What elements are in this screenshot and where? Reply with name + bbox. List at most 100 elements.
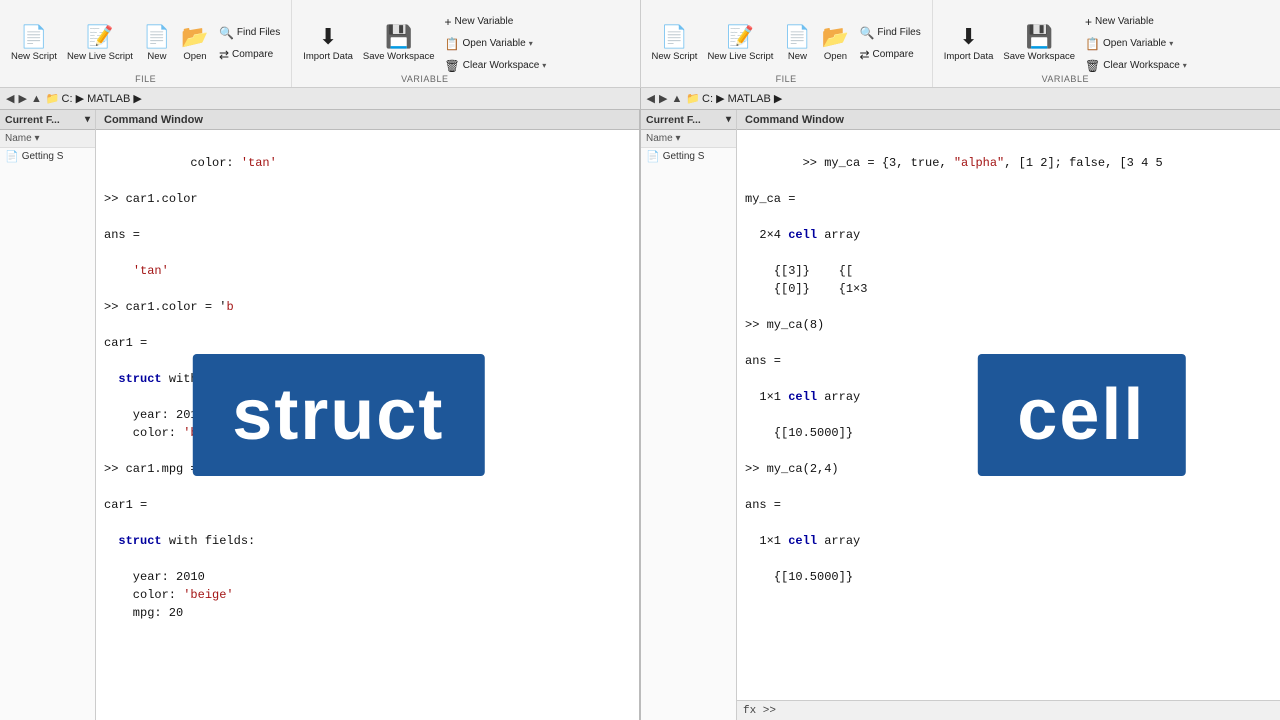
left-address: ◀ ▶ ▲ 📁 C: ▶ MATLAB ▶ [0, 88, 641, 109]
new-script-label-right: New Script [652, 52, 698, 62]
open-var-icon-left: 📋 [445, 37, 460, 51]
right-panel-header: Current F... ▾ [641, 110, 736, 130]
compare-button-right[interactable]: ⇄ Compare [854, 45, 925, 65]
find-files-label-right: Find Files [877, 27, 920, 38]
file-section-label-left: FILE [0, 74, 291, 84]
right-cmd-title: Command Window [745, 114, 844, 126]
import-data-button-left[interactable]: ⬇ Import Data [298, 11, 358, 77]
clear-workspace-button-right[interactable]: 🗑 Clear Workspace ▾ [1080, 56, 1192, 76]
variable-section-label-right: VARIABLE [933, 74, 1198, 84]
import-label-right: Import Data [944, 52, 994, 62]
getting-started-icon-left: 📄 [5, 150, 19, 163]
back-btn-right[interactable]: ◀ [645, 92, 657, 105]
fx-bar-text: fx >> [743, 705, 776, 717]
left-panel-col-header: Name ▾ [0, 130, 95, 148]
right-panel-collapse-icon[interactable]: ▾ [726, 114, 731, 125]
save-workspace-label-right: Save Workspace [1003, 52, 1075, 62]
clear-arrow-left: ▾ [542, 61, 546, 70]
left-variable-section: ⬇ Import Data 💾 Save Workspace + New Var… [292, 0, 557, 87]
find-files-button-right[interactable]: 🔍 Find Files [854, 23, 925, 43]
compare-label-left: Compare [232, 49, 273, 60]
open-variable-button-right[interactable]: 📋 Open Variable ▾ [1080, 34, 1192, 54]
right-cmd-content[interactable]: >> my_ca = {3, true, "alpha", [1 2]; fal… [737, 130, 1280, 700]
up-btn-right[interactable]: ▲ [669, 93, 684, 105]
new-var-icon-left: + [445, 15, 452, 29]
compare-icon-right: ⇄ [859, 48, 869, 62]
left-side-panel: Current F... ▾ Name ▾ 📄 Getting S [0, 110, 96, 720]
new-script-button[interactable]: 📄 New Script [6, 11, 62, 77]
new-label-left: New [147, 52, 166, 62]
save-workspace-icon-right: 💾 [1026, 24, 1053, 50]
new-script-label: New Script [11, 52, 57, 62]
left-cmd-content[interactable]: color: 'tan' >> car1.color ans = 'tan' >… [96, 130, 639, 720]
open-variable-label-left: Open Variable [462, 38, 525, 49]
open-variable-label-right: Open Variable [1103, 38, 1166, 49]
compare-button-left[interactable]: ⇄ Compare [214, 45, 285, 65]
left-panel-title: Current F... [5, 114, 60, 126]
new-button-right[interactable]: 📄 New [778, 11, 816, 77]
main-area: Current F... ▾ Name ▾ 📄 Getting S Comman… [0, 110, 1280, 720]
right-cmd-header: Command Window [737, 110, 1280, 130]
right-panel-col-label: Name ▾ [646, 133, 680, 144]
import-icon-left: ⬇ [319, 24, 337, 50]
save-workspace-button-right[interactable]: 💾 Save Workspace [998, 11, 1080, 77]
getting-started-label-right: Getting S [663, 151, 705, 162]
open-label-right: Open [824, 52, 847, 62]
save-workspace-icon-left: 💾 [385, 24, 412, 50]
path-text-right: C: ▶ MATLAB ▶ [702, 92, 782, 105]
right-file-section: 📄 New Script 📝 New Live Script 📄 New 📂 O… [641, 0, 933, 87]
import-icon-right: ⬇ [959, 24, 977, 50]
clear-workspace-button-left[interactable]: 🗑 Clear Workspace ▾ [440, 56, 552, 76]
right-toolbar: 📄 New Script 📝 New Live Script 📄 New 📂 O… [641, 0, 1280, 87]
right-address: ◀ ▶ ▲ 📁 C: ▶ MATLAB ▶ [641, 88, 1280, 109]
new-variable-button-right[interactable]: + New Variable [1080, 12, 1192, 32]
import-data-button-right[interactable]: ⬇ Import Data [939, 11, 999, 77]
browse-btn-right[interactable]: 📁 [684, 92, 702, 105]
new-icon-right: 📄 [784, 24, 811, 50]
new-var-icon-right: + [1085, 15, 1092, 29]
browse-btn-left[interactable]: 📁 [44, 92, 62, 105]
open-var-arrow-left: ▾ [529, 39, 533, 48]
find-icon-left: 🔍 [219, 26, 234, 40]
new-live-script-button-right[interactable]: 📝 New Live Script [702, 11, 778, 77]
open-button-left[interactable]: 📂 Open [176, 11, 214, 77]
up-btn-left[interactable]: ▲ [29, 93, 44, 105]
right-panel-item-getting-started[interactable]: 📄 Getting S [641, 148, 736, 165]
clear-icon-right: 🗑 [1085, 59, 1100, 73]
back-btn-left[interactable]: ◀ [4, 92, 16, 105]
var-group-left: + New Variable 📋 Open Variable ▾ 🗑 Clear… [440, 11, 552, 77]
find-files-button-left[interactable]: 🔍 Find Files [214, 23, 285, 43]
left-pane: Current F... ▾ Name ▾ 📄 Getting S Comman… [0, 110, 641, 720]
find-compare-group-right: 🔍 Find Files ⇄ Compare [854, 11, 925, 77]
open-variable-button-left[interactable]: 📋 Open Variable ▾ [440, 34, 552, 54]
right-command-window: Command Window >> my_ca = {3, true, "alp… [737, 110, 1280, 720]
new-live-script-button[interactable]: 📝 New Live Script [62, 11, 138, 77]
new-script-button-right[interactable]: 📄 New Script [647, 11, 703, 77]
left-panel-item-getting-started[interactable]: 📄 Getting S [0, 148, 95, 165]
getting-started-label-left: Getting S [22, 151, 64, 162]
new-live-script-icon-right: 📝 [727, 24, 754, 50]
open-button-right[interactable]: 📂 Open [816, 11, 854, 77]
new-button-left[interactable]: 📄 New [138, 11, 176, 77]
right-panel-col-header: Name ▾ [641, 130, 736, 148]
left-panel-collapse-icon[interactable]: ▾ [85, 114, 90, 125]
left-file-section: 📄 New Script 📝 New Live Script 📄 New 📂 O… [0, 0, 292, 87]
right-variable-section: ⬇ Import Data 💾 Save Workspace + New Var… [933, 0, 1198, 87]
clear-workspace-label-right: Clear Workspace [1103, 60, 1180, 71]
new-live-script-label: New Live Script [67, 52, 133, 62]
right-panel-title: Current F... [646, 114, 701, 126]
clear-icon-left: 🗑 [445, 59, 460, 73]
forward-btn-left[interactable]: ▶ [16, 92, 28, 105]
new-variable-label-left: New Variable [455, 16, 514, 27]
save-workspace-button-left[interactable]: 💾 Save Workspace [358, 11, 440, 77]
right-cmd-text: >> my_ca = {3, true, "alpha", [1 2]; fal… [745, 156, 1163, 584]
left-toolbar: 📄 New Script 📝 New Live Script 📄 New 📂 O… [0, 0, 641, 87]
forward-btn-right[interactable]: ▶ [657, 92, 669, 105]
file-section-label-right: FILE [641, 74, 932, 84]
clear-arrow-right: ▾ [1183, 61, 1187, 70]
new-script-icon-right: 📄 [661, 24, 688, 50]
new-variable-button-left[interactable]: + New Variable [440, 12, 552, 32]
right-side-panel: Current F... ▾ Name ▾ 📄 Getting S [641, 110, 737, 720]
left-cmd-header: Command Window [96, 110, 639, 130]
save-workspace-label-left: Save Workspace [363, 52, 435, 62]
